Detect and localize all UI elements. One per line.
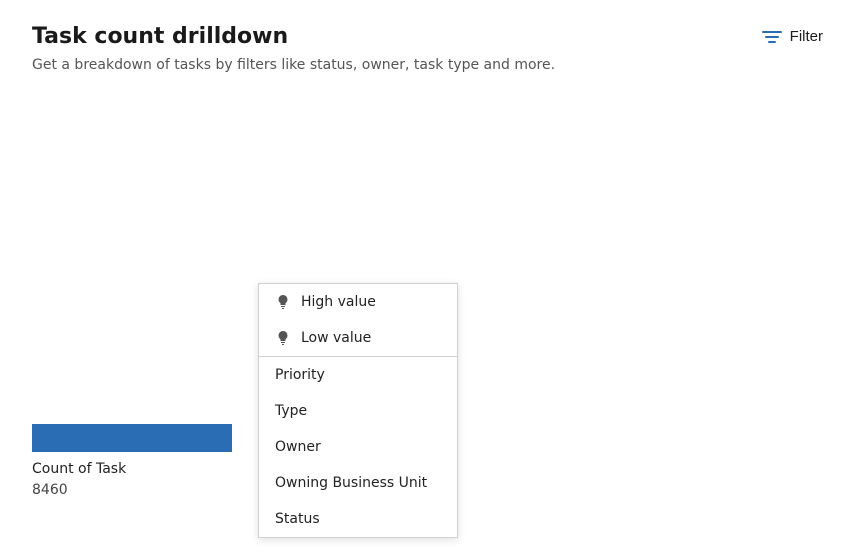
dropdown-item-type[interactable]: Type (259, 393, 457, 429)
status-label: Status (275, 511, 320, 527)
high-value-label: High value (301, 294, 376, 310)
header-area: Task count drilldown Get a breakdown of … (32, 24, 831, 73)
page-container: Task count drilldown Get a breakdown of … (0, 0, 863, 558)
bar-label: Count of Task (32, 460, 126, 480)
dropdown-item-status[interactable]: Status (259, 501, 457, 537)
bar-chart-bar (32, 424, 232, 452)
lightbulb-icon (275, 294, 291, 310)
dropdown-menu: High value Low value Priority Type Owner… (258, 283, 458, 538)
type-label: Type (275, 403, 307, 419)
filter-icon (762, 31, 782, 43)
dropdown-item-owning-business-unit[interactable]: Owning Business Unit (259, 465, 457, 501)
dropdown-item-low-value[interactable]: Low value (259, 320, 457, 356)
filter-label: Filter (790, 28, 823, 45)
owner-label: Owner (275, 439, 321, 455)
page-title: Task count drilldown (32, 24, 754, 49)
owning-business-unit-label: Owning Business Unit (275, 475, 427, 491)
title-section: Task count drilldown Get a breakdown of … (32, 24, 754, 73)
filter-button[interactable]: Filter (754, 24, 831, 49)
low-value-label: Low value (301, 330, 371, 346)
dropdown-item-owner[interactable]: Owner (259, 429, 457, 465)
dropdown-item-priority[interactable]: Priority (259, 357, 457, 393)
bar-wrapper: Count of Task 8460 (32, 424, 232, 498)
bar-value: 8460 (32, 482, 68, 498)
page-subtitle: Get a breakdown of tasks by filters like… (32, 57, 754, 73)
dropdown-item-high-value[interactable]: High value (259, 284, 457, 320)
priority-label: Priority (275, 367, 325, 383)
lightbulb-icon-2 (275, 330, 291, 346)
